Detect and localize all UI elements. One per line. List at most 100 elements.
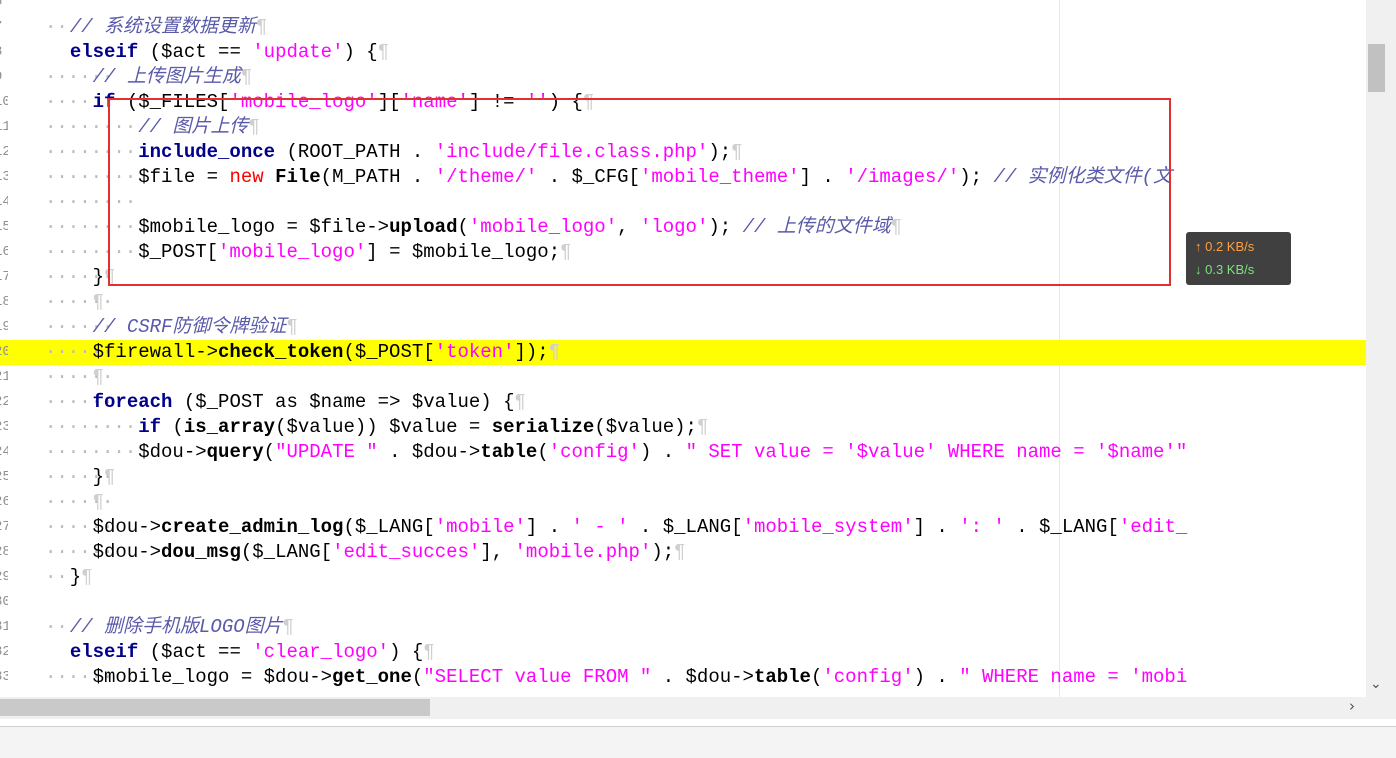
code-text: $mobile_logo = $dou->get_one("SELECT val… — [47, 665, 1188, 690]
code-line[interactable]: 28······ $dou->dou_msg($_LANG['edit_succ… — [0, 540, 1366, 565]
code-line[interactable]: 22······ foreach ($_POST as $name => $va… — [0, 390, 1366, 415]
line-number: 21 — [0, 369, 8, 385]
code-token: is_array — [183, 416, 276, 438]
code-token: ( — [537, 441, 549, 463]
code-editor[interactable]: 67·· // 系统设置数据更新¶8 elseif ($act == 'upda… — [0, 0, 1366, 697]
line-number: 31 — [0, 619, 8, 635]
code-string: ' - ' — [571, 516, 629, 538]
code-text: $dou->query("UPDATE " . $dou->table('con… — [47, 440, 1187, 465]
code-token: } — [47, 266, 105, 288]
line-number: 17 — [0, 269, 8, 285]
pilcrow-mark: ¶ — [423, 641, 435, 663]
line-number: 9 — [0, 65, 8, 90]
line-number: 13 — [0, 169, 8, 185]
pilcrow-mark: ¶ — [240, 66, 253, 88]
code-token: table — [480, 441, 538, 463]
code-token: ( — [263, 441, 276, 463]
code-token: $dou-> — [47, 516, 162, 538]
code-token: . $dou-> — [651, 666, 754, 688]
code-keyword: elseif — [69, 41, 139, 63]
line-number: 27 — [0, 519, 8, 535]
code-comment: // 上传图片生成 — [92, 66, 241, 88]
code-token: ], — [480, 541, 515, 563]
code-string: 'token' — [434, 341, 515, 363]
code-token: ) { — [389, 641, 424, 663]
line-number: 32 — [0, 644, 8, 660]
horizontal-scroll-thumb[interactable] — [0, 699, 430, 716]
code-line[interactable]: 24········ $dou->query("UPDATE " . $dou-… — [0, 440, 1366, 465]
code-string: 'edit_ — [1118, 516, 1188, 538]
code-line[interactable]: 27······ $dou->create_admin_log($_LANG['… — [0, 515, 1366, 540]
code-token: ($value); — [594, 416, 697, 438]
line-number: 12 — [0, 144, 8, 160]
code-line[interactable]: 20······ $firewall->check_token($_POST['… — [0, 340, 1366, 365]
vertical-scroll-thumb[interactable] — [1368, 44, 1385, 92]
code-token: ] . — [913, 516, 960, 538]
code-token: $mobile_logo = $dou-> — [47, 666, 333, 688]
code-line[interactable]: 9······ // 上传图片生成¶ — [0, 65, 1366, 90]
code-token: serialize — [491, 416, 595, 438]
code-text: }¶ — [47, 565, 93, 590]
code-token: ) . — [913, 666, 960, 688]
code-text: ¶ — [47, 490, 104, 515]
scroll-down-arrow-icon[interactable]: ⌄ — [1370, 676, 1382, 692]
code-line[interactable]: 18······ ¶ — [0, 290, 1366, 315]
code-token: check_token — [218, 341, 344, 363]
vertical-scrollbar[interactable]: ⌄ — [1366, 0, 1396, 697]
code-line[interactable]: 23········ if (is_array($value)) $value … — [0, 415, 1366, 440]
code-token: } — [47, 466, 105, 488]
code-string: 'clear_logo' — [252, 641, 390, 663]
code-line[interactable]: 30 — [0, 590, 1366, 615]
line-number: 23 — [0, 419, 8, 435]
code-text: // 系统设置数据更新¶ — [47, 15, 268, 40]
upload-speed: ↑ 0.2 KB/s — [1195, 239, 1255, 254]
pilcrow-mark: ¶ — [514, 391, 526, 413]
code-token: ($act == — [138, 641, 253, 663]
line-number: 16 — [0, 244, 8, 260]
code-line[interactable]: 29·· }¶ — [0, 565, 1366, 590]
code-comment: // CSRF防御令牌验证 — [92, 316, 287, 338]
code-text: }¶ — [47, 265, 116, 290]
code-line[interactable]: 32 elseif ($act == 'clear_logo') {¶ — [0, 640, 1366, 665]
code-line[interactable]: 26······ ¶ — [0, 490, 1366, 515]
code-line[interactable]: 33······ $mobile_logo = $dou->get_one("S… — [0, 665, 1366, 690]
scroll-right-arrow-icon[interactable]: › — [1349, 697, 1355, 715]
pilcrow-mark: ¶ — [696, 416, 709, 438]
line-number: 20 — [0, 344, 8, 360]
code-string: " WHERE name = 'mobi — [959, 666, 1188, 688]
line-number: 28 — [0, 544, 8, 560]
code-comment: // 删除手机版LOGO图片 — [69, 616, 283, 638]
pilcrow-mark: ¶ — [92, 366, 105, 388]
code-token: dou_msg — [161, 541, 241, 563]
code-token: ( — [161, 416, 184, 438]
code-text: elseif ($act == 'update') {¶ — [47, 40, 389, 65]
code-line[interactable]: 6 — [0, 0, 1366, 15]
code-line[interactable]: 7·· // 系统设置数据更新¶ — [0, 15, 1366, 40]
code-token: ] . — [525, 516, 572, 538]
code-line[interactable]: 21······ ¶ — [0, 365, 1366, 390]
code-line[interactable]: 25······ }¶ — [0, 465, 1366, 490]
code-token: table — [753, 666, 811, 688]
code-line[interactable]: 19······ // CSRF防御令牌验证¶ — [0, 315, 1366, 340]
code-text: $firewall->check_token($_POST['token']);… — [47, 340, 561, 365]
code-string: 'config' — [548, 441, 640, 463]
download-speed: ↓ 0.3 KB/s — [1195, 262, 1255, 277]
pilcrow-mark: ¶ — [377, 41, 390, 63]
horizontal-scrollbar[interactable]: › — [0, 697, 1396, 719]
code-token: ) . — [639, 441, 686, 463]
code-text: if (is_array($value)) $value = serialize… — [47, 415, 708, 440]
code-line[interactable]: 31·· // 删除手机版LOGO图片¶ — [0, 615, 1366, 640]
code-keyword: if — [138, 416, 162, 438]
line-number: 6 — [0, 0, 8, 15]
code-text: ¶ — [47, 290, 104, 315]
code-line[interactable]: 8 elseif ($act == 'update') {¶ — [0, 40, 1366, 65]
code-token: ); — [651, 541, 675, 563]
